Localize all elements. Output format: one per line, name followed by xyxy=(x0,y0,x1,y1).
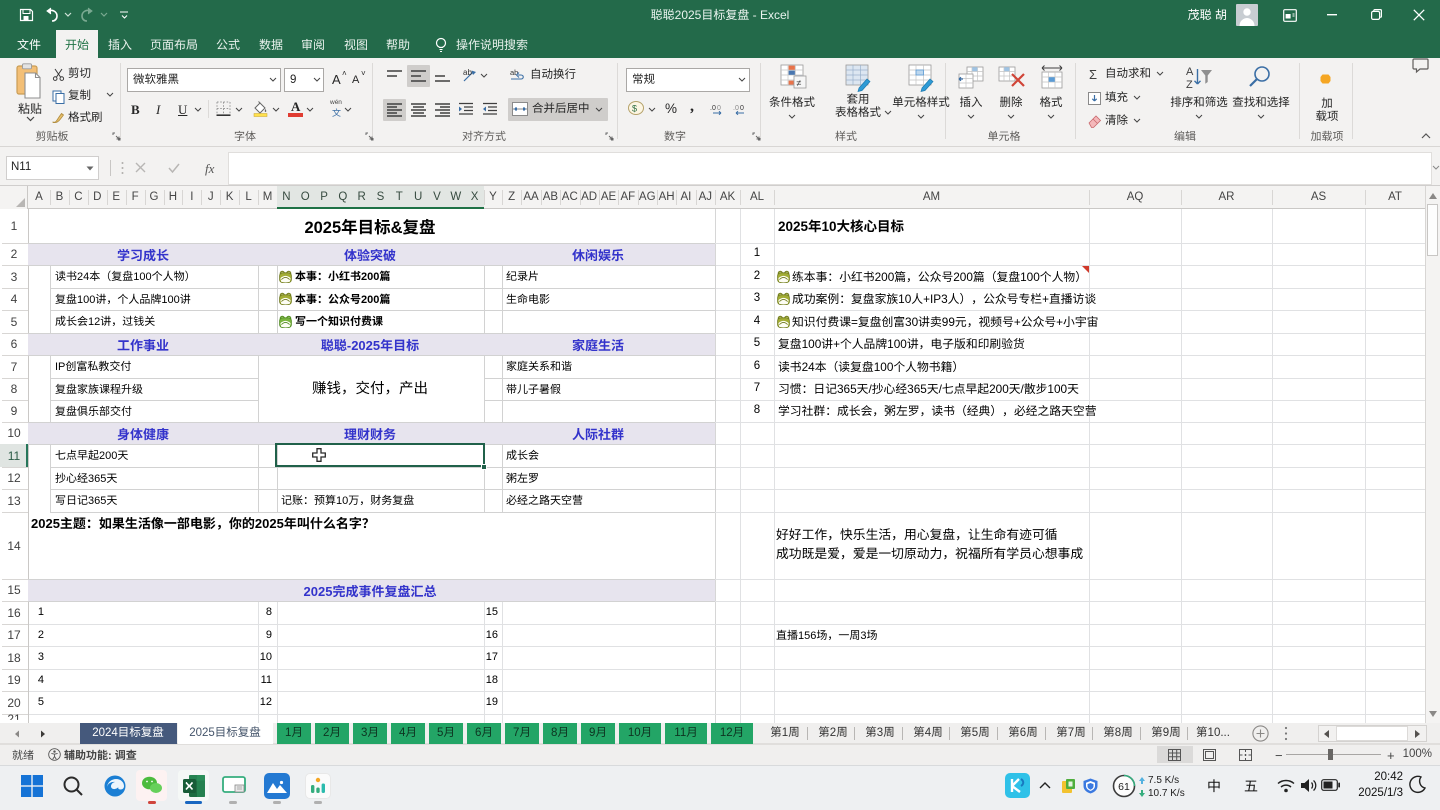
svg-text:A: A xyxy=(1186,66,1194,78)
svg-text:61: 61 xyxy=(1118,781,1130,793)
svg-text:ab: ab xyxy=(510,67,518,78)
svg-text:ab: ab xyxy=(463,67,472,78)
svg-text:.0: .0 xyxy=(710,103,716,113)
svg-text:≠: ≠ xyxy=(797,76,802,89)
svg-text:$: $ xyxy=(632,102,637,115)
svg-text:0: 0 xyxy=(740,103,744,113)
svg-text:Z: Z xyxy=(1186,79,1193,91)
